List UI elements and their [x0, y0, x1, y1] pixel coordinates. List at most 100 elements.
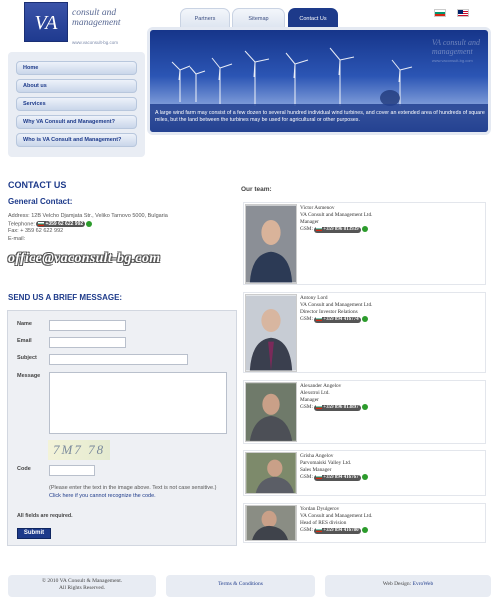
fax-text: Fax: + 359 62 622 992: [8, 228, 64, 235]
call-icon[interactable]: [361, 404, 368, 410]
member-phone[interactable]: +359 896 813939: [314, 227, 361, 234]
team-member-photo: [245, 452, 297, 494]
member-name: Victor Asmenov: [300, 205, 335, 211]
banner-logo: VA consult and management www.vaconsult-…: [432, 38, 480, 65]
team-member-card: Victor Asmenov VA Consult and Management…: [243, 202, 486, 285]
member-phone-value: +359 894 416780: [323, 528, 359, 534]
sidebar-item-home[interactable]: Home: [16, 61, 137, 75]
gsm-label: GSM:: [300, 527, 313, 534]
sidebar-item-why-va[interactable]: Why VA Consult and Management?: [16, 115, 137, 129]
member-name: Antony Lord: [300, 295, 328, 301]
terms-link[interactable]: Terms & Conditions: [218, 581, 263, 587]
call-icon[interactable]: [86, 220, 93, 227]
page-title: CONTACT US: [8, 180, 67, 190]
member-name: Grisha Angelov: [300, 453, 334, 459]
call-icon[interactable]: [361, 226, 368, 232]
footer-terms: Terms & Conditions: [166, 575, 315, 597]
captcha-hint: (Please enter the text in the image abov…: [49, 485, 229, 500]
team-member-info: Alexander Angelov Alexstroi Ltd. Manager…: [300, 383, 368, 412]
captcha-help-link[interactable]: Click here if you cannot recognize the c…: [49, 493, 156, 499]
web-design-link[interactable]: EvroWeb: [413, 581, 434, 587]
member-company: VA Consult and Management Ltd.: [300, 302, 373, 308]
team-member-photo: [245, 294, 297, 372]
footer-credits: Web Design: EvroWeb: [325, 575, 491, 597]
general-contact-heading: General Contact:: [8, 197, 73, 206]
contact-form: Name Email Subject Message 7M7 78 Code (…: [7, 310, 237, 546]
telephone-label: Telephone:: [8, 220, 35, 227]
team-member-info: Grisha Angelov Parvomaiski Valley Ltd. S…: [300, 453, 368, 482]
submit-button[interactable]: Submit: [17, 528, 51, 539]
required-note: All fields are required.: [17, 513, 73, 519]
member-gsm-row: GSM: +359 896 813897: [300, 404, 368, 412]
copyright-line2: All Rights Reserved.: [59, 585, 105, 591]
member-company: Alexstroi Ltd.: [300, 390, 330, 396]
english-flag-icon[interactable]: [457, 9, 469, 17]
telephone-row: Telephone: +359 62 622 992: [8, 220, 228, 229]
code-input[interactable]: [49, 465, 95, 476]
address-text: Address: 12B Velcho Djamjata Str., Velik…: [8, 213, 168, 219]
member-phone[interactable]: +359 894 416780: [314, 528, 361, 535]
email-label: E-mail:: [8, 235, 26, 242]
captcha-hint-text: (Please enter the text in the image abov…: [49, 485, 217, 491]
member-gsm-row: GSM: +359 896 813939: [300, 226, 372, 234]
member-gsm-row: GSM: +359 894 416767: [300, 474, 368, 482]
member-phone[interactable]: +359 894 416767: [314, 475, 361, 482]
logo-name-line1: consult and: [72, 8, 117, 18]
logo-url: www.vaconsult-bg.com: [72, 40, 119, 45]
member-role: Director Investor Relations: [300, 309, 358, 315]
email-label-field: Email: [17, 338, 32, 344]
logo-mark: VA: [24, 2, 68, 42]
footer-copyright: © 2010 VA Consult & Management. All Righ…: [8, 575, 156, 597]
telephone-number[interactable]: +359 62 622 992: [36, 220, 86, 227]
captcha-image: 7M7 78: [48, 440, 110, 460]
gsm-label: GSM:: [300, 404, 313, 411]
email-address-image[interactable]: office@vaconsult-bg.com: [8, 251, 160, 267]
team-member-card: Alexander Angelov Alexstroi Ltd. Manager…: [243, 380, 486, 444]
member-company: Parvomaiski Valley Ltd.: [300, 460, 352, 466]
logo-name-line2: management: [72, 18, 121, 28]
send-message-heading: SEND US A BRIEF MESSAGE:: [8, 293, 123, 302]
bulgarian-flag-icon: [38, 221, 45, 226]
logo-text: consult and management: [72, 8, 152, 28]
call-icon[interactable]: [361, 316, 368, 322]
member-phone-value: +359 894 416767: [323, 475, 359, 481]
member-company: VA Consult and Management Ltd.: [300, 212, 373, 218]
sidebar-menu: Home About us Services Why VA Consult an…: [8, 52, 145, 157]
site-logo[interactable]: VA consult and management www.vaconsult-…: [24, 2, 144, 46]
banner-logo-line2: management: [431, 47, 473, 56]
message-label: Message: [17, 373, 41, 379]
member-gsm-row: GSM: +359 894 416774: [300, 316, 372, 324]
bulgarian-flag-icon: [316, 317, 323, 322]
message-textarea[interactable]: [49, 372, 227, 434]
bulgarian-flag-icon[interactable]: [434, 9, 446, 17]
member-name: Yordan Dyulgerov: [300, 506, 340, 512]
member-role: Manager: [300, 397, 319, 403]
member-phone-value: +359 894 416774: [323, 317, 359, 323]
contact-details: Address: 12B Velcho Djamjata Str., Velik…: [8, 213, 228, 243]
member-phone-value: +359 896 813939: [323, 227, 359, 233]
sidebar-item-about-us[interactable]: About us: [16, 79, 137, 93]
subject-input[interactable]: [49, 354, 188, 365]
call-icon[interactable]: [361, 474, 368, 480]
copyright-line1: © 2010 VA Consult & Management.: [41, 578, 123, 584]
call-icon[interactable]: [361, 527, 368, 533]
gsm-label: GSM:: [300, 226, 313, 233]
bulgarian-flag-icon: [316, 475, 323, 480]
email-input[interactable]: [49, 337, 126, 348]
sidebar-item-who-is-va[interactable]: Who is VA Consult and Management?: [16, 133, 137, 147]
member-phone[interactable]: +359 896 813897: [314, 405, 361, 412]
web-design-label: Web Design:: [382, 581, 412, 587]
hero-banner: VA consult and management www.vaconsult-…: [147, 27, 491, 135]
member-phone-value: +359 896 813897: [323, 405, 359, 411]
team-member-photo: [245, 204, 297, 284]
gsm-label: GSM:: [300, 316, 313, 323]
member-phone[interactable]: +359 894 416774: [314, 317, 361, 324]
team-member-info: Antony Lord VA Consult and Management Lt…: [300, 295, 373, 324]
name-input[interactable]: [49, 320, 126, 331]
team-member-info: Victor Asmenov VA Consult and Management…: [300, 205, 373, 234]
member-role: Sales Manager: [300, 467, 332, 473]
member-name: Alexander Angelov: [300, 383, 342, 389]
team-member-card: Grisha Angelov Parvomaiski Valley Ltd. S…: [243, 450, 486, 496]
sidebar-item-services[interactable]: Services: [16, 97, 137, 111]
subject-label: Subject: [17, 355, 37, 361]
